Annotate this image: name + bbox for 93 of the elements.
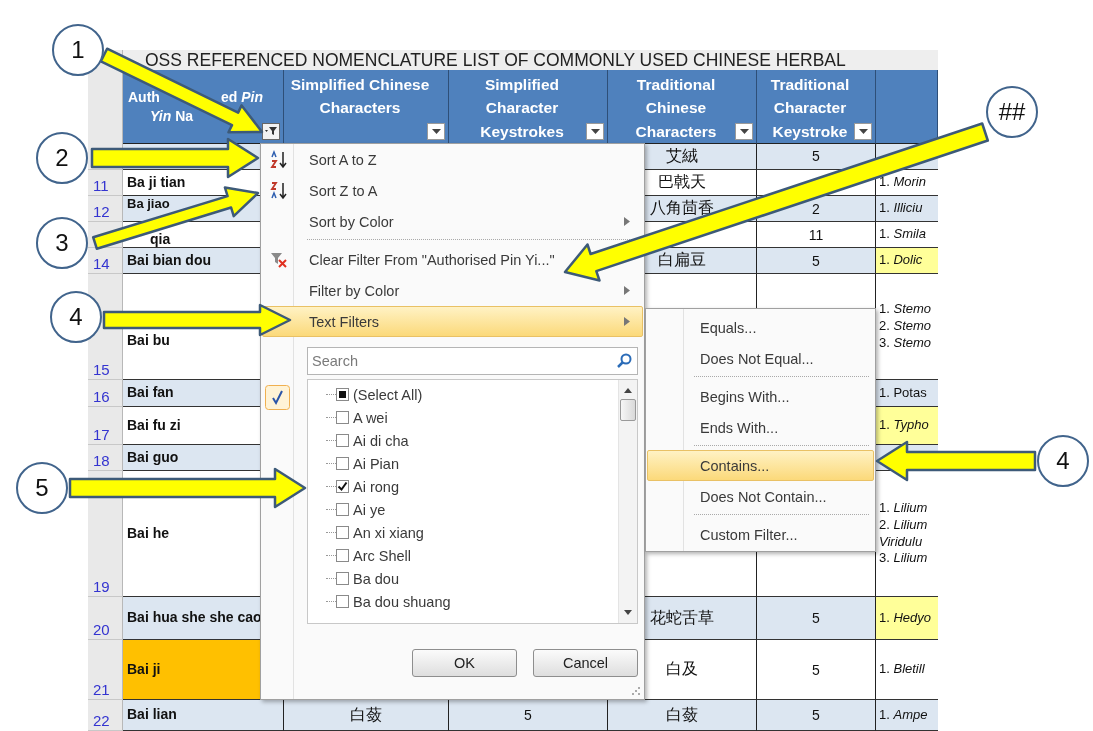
checkbox-item[interactable]: An xi xiang	[326, 521, 618, 544]
checkmark-icon	[265, 385, 290, 410]
keystrokes-cell: 5	[757, 248, 876, 274]
step-number: 3	[36, 217, 88, 269]
column-header: Auth	[128, 89, 160, 106]
step-number: 5	[16, 462, 68, 514]
row-number: 18	[93, 452, 110, 469]
row-number: 20	[93, 621, 110, 638]
sort-ascending-icon	[270, 149, 288, 170]
filter-dropdown-button[interactable]	[854, 122, 872, 140]
row-number: 15	[93, 361, 110, 378]
keystrokes-cell: 5	[757, 700, 876, 731]
checkbox[interactable]	[336, 480, 349, 493]
clear-filter-icon	[270, 251, 288, 268]
filter-dropdown-button[interactable]	[262, 122, 280, 140]
chinese-characters-cell: 白蔹	[284, 700, 449, 731]
keystrokes-cell: 11	[757, 222, 876, 248]
scroll-down-arrow-icon[interactable]	[624, 610, 632, 615]
menu-item[interactable]: Contains...	[647, 450, 874, 481]
table-cell: 1. Hedyo	[876, 597, 938, 640]
menu-item[interactable]: Ends With...	[647, 412, 874, 450]
row-number: 14	[93, 255, 110, 272]
column-header: ed Pin	[221, 89, 263, 106]
table-cell: 1. Ampe	[876, 700, 938, 731]
table-cell: 1. Illiciu	[876, 196, 938, 222]
search-icon	[616, 353, 632, 369]
column-header: Simplified Chinese Characters	[290, 75, 430, 119]
chinese-characters-cell: 白蔹	[608, 700, 757, 731]
checkbox-item[interactable]: Arc Shell	[326, 544, 618, 567]
scroll-thumb[interactable]	[620, 399, 636, 421]
checkbox-item[interactable]: Ai rong	[326, 475, 618, 498]
step-number: 4	[1037, 435, 1089, 487]
dialog-button[interactable]: Cancel	[533, 649, 638, 677]
row-number: 12	[93, 203, 110, 220]
row-number: 16	[93, 388, 110, 405]
filter-funnel-icon	[265, 126, 277, 137]
dropdown-arrow-icon	[739, 128, 749, 134]
submenu-arrow-icon	[624, 286, 630, 295]
checkbox[interactable]	[336, 595, 349, 608]
checkbox-item[interactable]: Ai ye	[326, 498, 618, 521]
menu-item[interactable]: Begins With...	[647, 381, 874, 412]
column-header: Yin Na	[150, 108, 194, 125]
step-number: 4	[50, 291, 102, 343]
table-cell: 1. Potas	[876, 380, 938, 407]
checkbox-item[interactable]: (Select All)	[326, 383, 618, 406]
menu-item[interactable]: Does Not Contain...	[647, 481, 874, 519]
filter-dropdown-button[interactable]	[735, 122, 753, 140]
row-number: 22	[93, 712, 110, 729]
checkbox-item[interactable]: A wei	[326, 406, 618, 429]
dropdown-arrow-icon	[858, 128, 868, 134]
table-cell: 1. Typho	[876, 407, 938, 445]
keystrokes-cell: 5	[757, 597, 876, 640]
dropdown-arrow-icon	[590, 128, 600, 134]
column-header: Traditional Chinese Characters	[634, 75, 718, 142]
checkbox[interactable]	[336, 411, 349, 424]
checkbox[interactable]	[336, 526, 349, 539]
step-number: 2	[36, 132, 88, 184]
checkbox[interactable]	[336, 572, 349, 585]
menu-item[interactable]: Custom Filter...	[647, 519, 874, 550]
scrollbar[interactable]	[618, 380, 637, 623]
keystrokes-cell: 5	[449, 700, 608, 731]
row-number: 17	[93, 426, 110, 443]
filter-dropdown-button[interactable]	[586, 122, 604, 140]
filter-dropdown-button[interactable]	[427, 122, 445, 140]
checkbox[interactable]	[336, 388, 349, 401]
scroll-up-arrow-icon[interactable]	[624, 388, 632, 393]
column-header: Simplified Character Keystrokes	[479, 75, 565, 142]
step-number: ##	[986, 86, 1038, 138]
checkbox[interactable]	[336, 434, 349, 447]
checkbox-item[interactable]: Ba dou	[326, 567, 618, 590]
menu-item[interactable]: Text Filters	[262, 306, 643, 337]
pin-yin-cell: Bai lian	[123, 700, 284, 731]
menu-item[interactable]: Equals...	[647, 312, 874, 343]
checkbox-item[interactable]: Ai Pian	[326, 452, 618, 475]
column-header: Traditional Character Keystroke	[769, 75, 851, 142]
sort-descending-icon	[270, 180, 288, 201]
menu-item[interactable]: Does Not Equal...	[647, 343, 874, 381]
dropdown-arrow-icon	[431, 128, 441, 134]
checkbox-item[interactable]: Ai di cha	[326, 429, 618, 452]
row-number: 19	[93, 578, 110, 595]
checkbox[interactable]	[336, 503, 349, 516]
keystrokes-cell: 5	[757, 640, 876, 700]
submenu-arrow-icon	[624, 317, 630, 326]
search-field[interactable]: Search	[307, 347, 638, 375]
row-number: 11	[93, 177, 109, 194]
dialog-button[interactable]: OK	[412, 649, 517, 677]
step-number: 1	[52, 24, 104, 76]
resize-grip[interactable]	[632, 687, 640, 695]
table-cell: 1. Dolic	[876, 248, 938, 274]
submenu-arrow-icon	[624, 217, 630, 226]
checkbox[interactable]	[336, 549, 349, 562]
row-number: 21	[93, 681, 110, 698]
checkbox[interactable]	[336, 457, 349, 470]
